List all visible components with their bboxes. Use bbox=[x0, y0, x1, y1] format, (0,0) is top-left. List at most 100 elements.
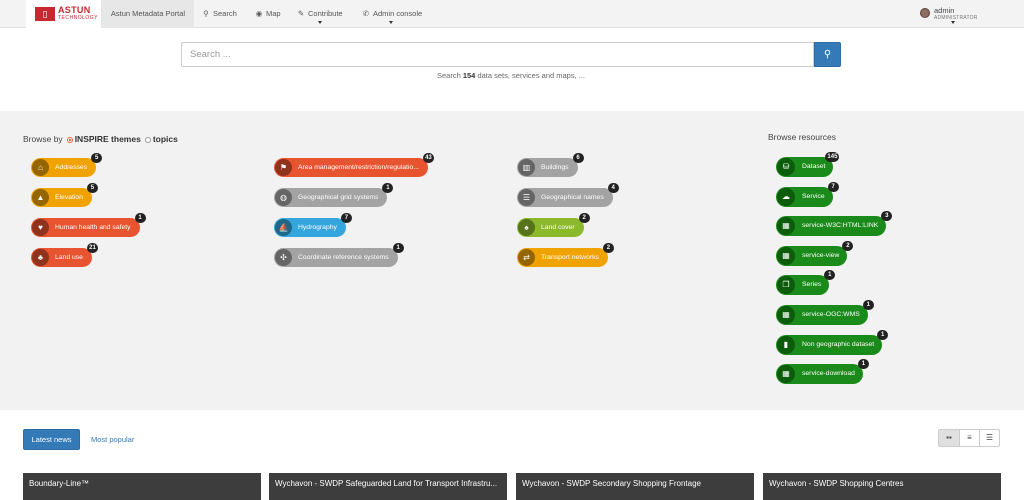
search-icon: ⚲ bbox=[823, 49, 832, 60]
logo-mark-icon: ▯ bbox=[35, 7, 55, 21]
theme-elevation[interactable]: ▲ Elevation 5 bbox=[31, 183, 98, 207]
browse-by-label: Browse by bbox=[23, 134, 63, 144]
count-badge: 1 bbox=[134, 213, 146, 223]
database-icon: ⛁ bbox=[777, 158, 795, 176]
theme-label: Transport networks bbox=[541, 254, 599, 261]
theme-label: Human health and safety bbox=[55, 224, 131, 231]
top-navbar: ▯ ASTUN TECHNOLOGY Astun Metadata Portal… bbox=[0, 0, 1024, 28]
count-badge: 5 bbox=[91, 153, 103, 163]
contribute-caret-icon bbox=[318, 21, 322, 24]
table-icon: ▦ bbox=[777, 247, 795, 265]
theme-label: Buildings bbox=[541, 164, 569, 171]
nav-contribute-label: Contribute bbox=[308, 9, 343, 18]
count-badge: 1 bbox=[392, 243, 404, 253]
search-button[interactable]: ⚲ bbox=[814, 42, 841, 67]
radio-inspire[interactable] bbox=[66, 136, 73, 143]
pencil-icon: ✎ bbox=[297, 9, 305, 18]
theme-label: Area management/restriction/regulatio... bbox=[298, 164, 419, 171]
resource-service[interactable]: ☁ Service 7 bbox=[776, 182, 839, 207]
theme-hydrography[interactable]: ⛵ Hydrography 7 bbox=[274, 213, 352, 237]
theme-geographical-names[interactable]: ☰ Geographical names 4 bbox=[517, 183, 619, 207]
resource-label: Series bbox=[802, 281, 822, 288]
nav-map[interactable]: ◉ Map bbox=[255, 0, 281, 28]
elevation-icon: ▲ bbox=[32, 189, 49, 206]
grid-view-icon[interactable]: ▪▪ bbox=[939, 430, 959, 446]
nav-admin-label: Admin console bbox=[373, 9, 423, 18]
land-cover-icon: ♠ bbox=[518, 219, 535, 236]
wrench-icon: ✆ bbox=[362, 9, 370, 18]
count-badge: 7 bbox=[827, 182, 839, 192]
theme-land-use[interactable]: ♣ Land use 21 bbox=[31, 243, 98, 267]
radio-topics[interactable] bbox=[144, 136, 151, 143]
resource-series[interactable]: ❐ Series 1 bbox=[776, 270, 836, 295]
logo-text: ASTUN bbox=[58, 5, 91, 15]
tab-most-popular[interactable]: Most popular bbox=[91, 429, 134, 450]
resource-dataset[interactable]: ⛁ Dataset 145 bbox=[776, 152, 840, 177]
resource-service-w3c-html-link[interactable]: ▦ service-W3C:HTML:LINK 3 bbox=[776, 211, 893, 236]
resource-label: service-OGC:WMS bbox=[802, 311, 860, 318]
resource-label: service-download bbox=[802, 370, 855, 377]
theme-label: Land use bbox=[55, 254, 83, 261]
theme-transport-networks[interactable]: ⇄ Transport networks 2 bbox=[517, 243, 614, 267]
resource-non-geographic-dataset[interactable]: ▮ Non geographic dataset 1 bbox=[776, 330, 889, 355]
theme-addresses[interactable]: ⌂ Addresses 5 bbox=[31, 153, 103, 177]
nav-search[interactable]: ⚲ Search bbox=[202, 0, 237, 28]
theme-label: Elevation bbox=[55, 194, 83, 201]
theme-coordinate-reference-systems[interactable]: ✣ Coordinate reference systems 1 bbox=[274, 243, 404, 267]
record-count: 154 bbox=[462, 71, 476, 80]
count-badge: 6 bbox=[572, 153, 584, 163]
inspire-option-label[interactable]: INSPIRE themes bbox=[75, 134, 141, 144]
land-use-icon: ♣ bbox=[32, 249, 49, 266]
search-icon: ⚲ bbox=[203, 9, 209, 18]
theme-label: Hydrography bbox=[298, 224, 337, 231]
compact-list-icon[interactable]: ☰ bbox=[979, 430, 999, 446]
topics-option-label[interactable]: topics bbox=[153, 134, 178, 144]
count-badge: 1 bbox=[857, 359, 869, 369]
user-caret-icon bbox=[951, 21, 955, 24]
search-input[interactable] bbox=[181, 42, 814, 67]
resource-service-ogc-wms[interactable]: ▦ service-OGC:WMS 1 bbox=[776, 300, 874, 325]
resource-service-download[interactable]: ▦ service-download 1 bbox=[776, 359, 869, 384]
browse-by-selector: Browse by INSPIRE themes topics bbox=[23, 134, 178, 144]
nav-search-label: Search bbox=[213, 9, 237, 18]
browse-resources-title: Browse resources bbox=[768, 132, 837, 142]
grid-systems-icon: ◍ bbox=[275, 189, 292, 206]
tab-latest-news[interactable]: Latest news bbox=[23, 429, 80, 450]
health-icon: ♥ bbox=[32, 219, 49, 236]
count-badge: 4 bbox=[607, 183, 619, 193]
theme-buildings[interactable]: ▥ Buildings 6 bbox=[517, 153, 584, 177]
theme-label: Addresses bbox=[55, 164, 88, 171]
resource-label: Non geographic dataset bbox=[802, 341, 875, 348]
news-card-title[interactable]: Wychavon - SWDP Secondary Shopping Front… bbox=[516, 473, 754, 500]
table-icon: ▦ bbox=[777, 217, 795, 235]
transport-icon: ⇄ bbox=[518, 249, 535, 266]
news-card-title[interactable]: Wychavon - SWDP Safeguarded Land for Tra… bbox=[269, 473, 507, 500]
globe-icon: ◉ bbox=[255, 9, 263, 18]
count-badge: 1 bbox=[862, 300, 874, 310]
names-icon: ☰ bbox=[518, 189, 535, 206]
avatar bbox=[920, 8, 930, 18]
search-hint: Search 154 data sets, services and maps,… bbox=[181, 71, 841, 80]
brand-logo[interactable]: ▯ ASTUN TECHNOLOGY bbox=[26, 0, 102, 28]
count-badge: 2 bbox=[578, 213, 590, 223]
count-badge: 1 bbox=[824, 270, 836, 280]
theme-area-management[interactable]: ⚑ Area management/restriction/regulatio..… bbox=[274, 153, 434, 177]
nav-portal[interactable]: Astun Metadata Portal bbox=[102, 0, 194, 28]
resource-service-view[interactable]: ▦ service-view 2 bbox=[776, 241, 854, 266]
theme-label: Geographical names bbox=[541, 194, 604, 201]
theme-land-cover[interactable]: ♠ Land cover 2 bbox=[517, 213, 590, 237]
search-bar: ⚲ bbox=[181, 42, 841, 67]
count-badge: 2 bbox=[602, 243, 614, 253]
coordinate-icon: ✣ bbox=[275, 249, 292, 266]
resource-label: service-W3C:HTML:LINK bbox=[802, 222, 879, 229]
theme-human-health[interactable]: ♥ Human health and safety 1 bbox=[31, 213, 146, 237]
news-card-title[interactable]: Wychavon - SWDP Shopping Centres bbox=[763, 473, 1001, 500]
admin-caret-icon bbox=[389, 21, 393, 24]
area-management-icon: ⚑ bbox=[275, 159, 292, 176]
hydrography-icon: ⛵ bbox=[275, 219, 292, 236]
theme-geographical-grid-systems[interactable]: ◍ Geographical grid systems 1 bbox=[274, 183, 394, 207]
news-card-title[interactable]: Boundary-Line™ bbox=[23, 473, 261, 500]
list-view-icon[interactable]: ≡ bbox=[959, 430, 979, 446]
count-badge: 21 bbox=[86, 243, 98, 253]
search-hint-prefix: Search bbox=[436, 71, 461, 80]
